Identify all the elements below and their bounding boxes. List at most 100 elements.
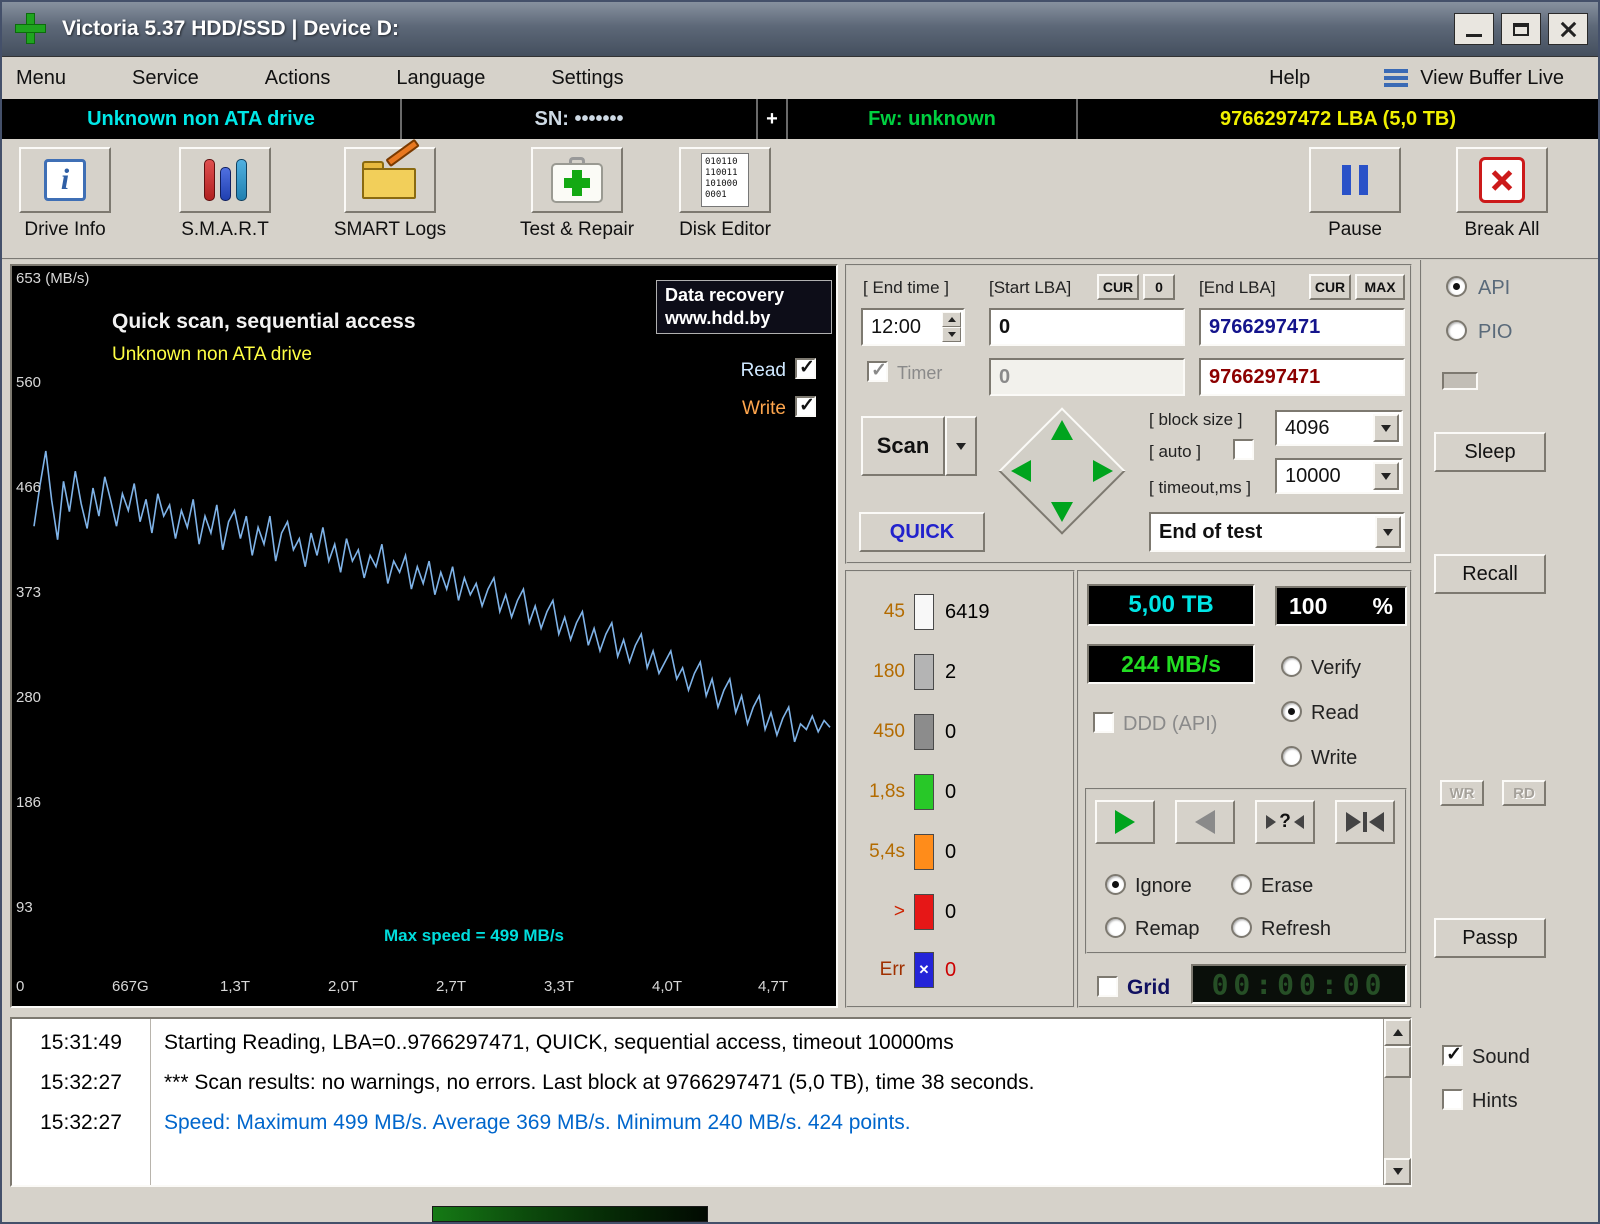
start-lba-label: [Start LBA] xyxy=(989,278,1072,297)
recall-button[interactable]: Recall xyxy=(1434,554,1546,594)
stat-row-timeout: > 0 xyxy=(857,892,1071,932)
close-icon[interactable] xyxy=(1548,13,1588,45)
step-down-icon[interactable] xyxy=(1051,502,1073,522)
disk-editor-button[interactable]: 010110 110011 101000 0001 Disk Editor xyxy=(660,147,790,241)
chevron-down-icon[interactable] xyxy=(1375,516,1401,548)
block-size-select[interactable]: 4096 xyxy=(1275,410,1403,446)
step-left-icon[interactable] xyxy=(1011,460,1031,482)
menu-item-view-buffer-live[interactable]: View Buffer Live xyxy=(1420,67,1564,90)
wr-button[interactable]: WR xyxy=(1440,780,1484,806)
read-series-label: Read xyxy=(740,360,786,381)
timer-checkbox[interactable] xyxy=(867,359,888,382)
rd-button[interactable]: RD xyxy=(1502,780,1546,806)
start-lba-cur-button[interactable]: CUR xyxy=(1097,274,1139,300)
x-axis-label: 2,7T xyxy=(436,978,467,995)
graph-title: Quick scan, sequential access xyxy=(112,310,416,333)
pio-radio[interactable] xyxy=(1446,320,1467,341)
timeout-select[interactable]: 10000 xyxy=(1275,458,1403,494)
skip-to-end-button[interactable] xyxy=(1335,800,1395,844)
drive-model: Unknown non ATA drive xyxy=(2,99,402,139)
end-lba-secondary-field[interactable]: 9766297471 xyxy=(1199,358,1405,396)
end-time-field[interactable]: 12:00 xyxy=(861,308,965,346)
end-of-test-select[interactable]: End of test xyxy=(1149,512,1405,552)
scan-button[interactable]: Scan xyxy=(861,416,945,476)
expand-plus-button[interactable]: + xyxy=(758,99,788,139)
ignore-label: Ignore xyxy=(1135,875,1192,897)
ignore-radio[interactable] xyxy=(1105,874,1126,895)
passp-button[interactable]: Passp xyxy=(1434,918,1546,958)
stat-block xyxy=(914,654,934,690)
drive-info-button[interactable]: i Drive Info xyxy=(10,147,120,241)
scroll-down-icon[interactable] xyxy=(1384,1158,1411,1185)
capacity-display: 5,00 TB xyxy=(1087,584,1255,626)
x-axis-label: 667G xyxy=(112,978,149,995)
sound-label: Sound xyxy=(1472,1046,1530,1068)
sound-checkbox[interactable] xyxy=(1442,1043,1463,1066)
start-scan-button[interactable] xyxy=(1095,800,1155,844)
stat-block xyxy=(914,714,934,750)
refresh-radio[interactable] xyxy=(1231,917,1252,938)
start-lba-zero-button[interactable]: 0 xyxy=(1143,274,1175,300)
menu-item-settings[interactable]: Settings xyxy=(537,67,637,90)
end-lba-max-button[interactable]: MAX xyxy=(1355,274,1405,300)
test-repair-button[interactable]: Test & Repair xyxy=(502,147,652,241)
pause-button[interactable]: Pause xyxy=(1300,147,1410,241)
quick-mode-button[interactable]: QUICK xyxy=(859,512,985,552)
y-axis-label: 93 xyxy=(16,899,33,916)
verify-radio[interactable] xyxy=(1281,656,1302,677)
chevron-down-icon[interactable] xyxy=(1373,462,1399,490)
read-series-checkbox[interactable] xyxy=(795,356,816,379)
graph-subtitle: Unknown non ATA drive xyxy=(112,344,312,365)
buffer-list-icon xyxy=(1384,69,1409,87)
api-radio[interactable] xyxy=(1446,276,1467,297)
remap-radio[interactable] xyxy=(1105,917,1126,938)
chevron-down-icon[interactable] xyxy=(1373,414,1399,442)
start-lba-input[interactable]: 0 xyxy=(989,308,1185,346)
spin-up-icon[interactable] xyxy=(942,312,961,327)
erase-radio[interactable] xyxy=(1231,874,1252,895)
menu-item-actions[interactable]: Actions xyxy=(251,67,345,90)
step-back-button[interactable] xyxy=(1175,800,1235,844)
step-up-icon[interactable] xyxy=(1051,420,1073,440)
log-scrollbar[interactable] xyxy=(1383,1019,1411,1185)
read-radio[interactable] xyxy=(1281,701,1302,722)
write-label: Write xyxy=(1311,747,1358,769)
menu-item-service[interactable]: Service xyxy=(118,67,213,90)
write-radio[interactable] xyxy=(1281,746,1302,767)
scan-control-panel: [ End time ] [Start LBA] CUR 0 [End LBA]… xyxy=(845,264,1412,564)
mode-indicator xyxy=(1442,372,1478,390)
smart-logs-button[interactable]: SMART Logs xyxy=(320,138,460,241)
watermark-line2: www.hdd.by xyxy=(665,308,771,328)
spin-down-icon[interactable] xyxy=(942,327,961,342)
end-lba-input[interactable]: 9766297471 xyxy=(1199,308,1405,346)
menu-item-language[interactable]: Language xyxy=(382,67,499,90)
stat-row-180: 180 2 xyxy=(857,652,1071,692)
seek-question-button[interactable]: ? xyxy=(1255,800,1315,844)
log-panel: 15:31:49 Starting Reading, LBA=0..976629… xyxy=(10,1017,1412,1187)
error-block-icon: ✕ xyxy=(914,952,934,988)
app-icon xyxy=(12,11,48,47)
grid-label: Grid xyxy=(1127,976,1171,999)
scrollbar-thumb[interactable] xyxy=(1384,1046,1411,1078)
grid-checkbox[interactable] xyxy=(1097,976,1118,997)
timer-value-field[interactable]: 0 xyxy=(989,358,1185,396)
break-all-button[interactable]: Break All xyxy=(1442,147,1562,241)
minimize-icon[interactable] xyxy=(1454,13,1494,45)
menu-item-menu[interactable]: Menu xyxy=(2,67,80,90)
menu-item-help[interactable]: Help xyxy=(1255,67,1324,90)
log-row: 15:31:49 Starting Reading, LBA=0..976629… xyxy=(40,1031,954,1054)
test-repair-icon xyxy=(531,147,623,213)
sleep-button[interactable]: Sleep xyxy=(1434,432,1546,472)
scroll-up-icon[interactable] xyxy=(1384,1019,1411,1046)
smart-button[interactable]: S.M.A.R.T xyxy=(170,147,280,241)
refresh-label: Refresh xyxy=(1261,918,1332,940)
step-navigator xyxy=(997,406,1127,536)
maximize-icon[interactable] xyxy=(1501,13,1541,45)
scan-dropdown-button[interactable] xyxy=(945,416,977,476)
auto-checkbox[interactable] xyxy=(1233,439,1254,460)
write-series-checkbox[interactable] xyxy=(795,394,816,417)
hints-checkbox[interactable] xyxy=(1442,1089,1463,1110)
step-right-icon[interactable] xyxy=(1093,460,1113,482)
end-lba-cur-button[interactable]: CUR xyxy=(1309,274,1351,300)
ddd-checkbox[interactable] xyxy=(1093,712,1114,733)
